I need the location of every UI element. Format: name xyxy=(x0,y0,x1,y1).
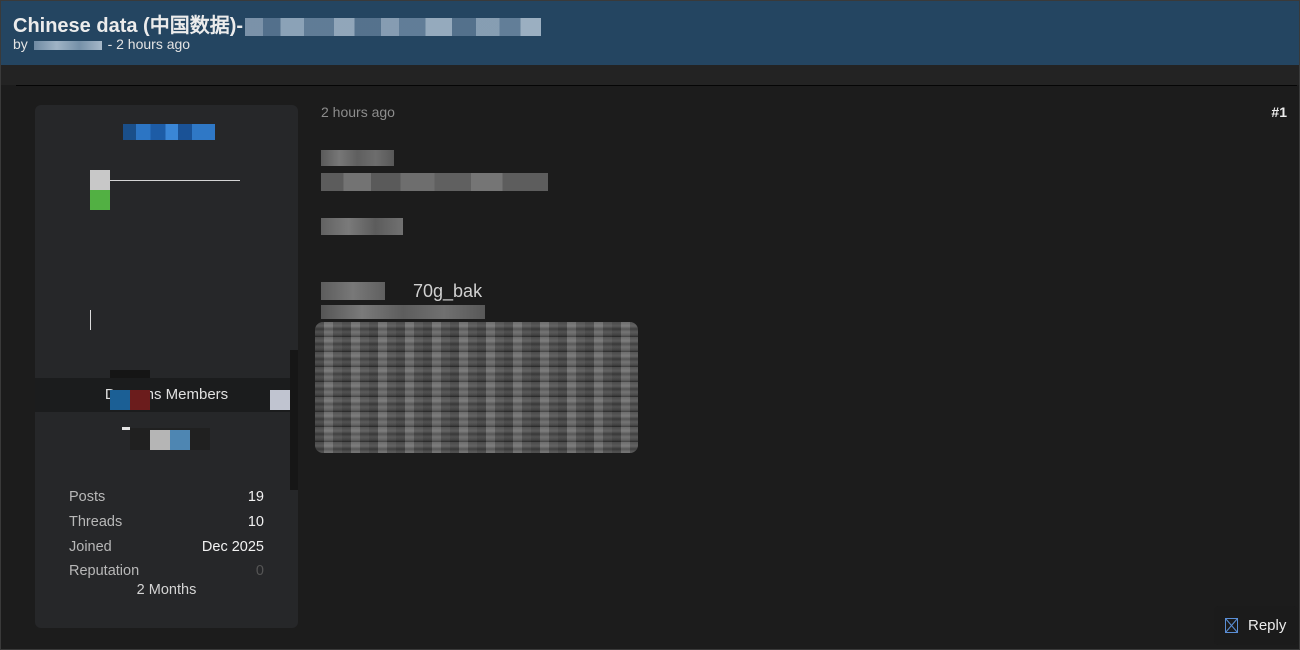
post-visible-text: 70g_bak xyxy=(413,281,483,301)
avatar[interactable] xyxy=(90,170,110,190)
stat-threads: Threads 10 xyxy=(69,510,264,535)
stat-reputation: Reputation 0 xyxy=(69,559,264,584)
post-timestamp[interactable]: 2 hours ago xyxy=(321,104,395,120)
stat-joined: Joined Dec 2025 xyxy=(69,534,264,559)
badge-icon xyxy=(150,430,170,450)
thread-author-link-redacted[interactable] xyxy=(33,40,102,50)
divider xyxy=(16,85,1297,86)
post-text-redacted xyxy=(321,173,548,191)
post-text-redacted xyxy=(321,305,485,319)
stat-posts: Posts 19 xyxy=(69,485,264,510)
thread-meta: by - 2 hours ago xyxy=(13,36,190,52)
text-cursor xyxy=(90,310,91,330)
post-text-redacted xyxy=(321,282,385,300)
post-permalink[interactable]: #1 xyxy=(1271,104,1287,120)
sub-toolbar xyxy=(1,65,1299,85)
avatar-divider xyxy=(110,180,240,181)
card-edge xyxy=(290,350,298,490)
rank-overlay xyxy=(130,390,150,410)
thread-meta-time: - 2 hours ago xyxy=(107,36,191,52)
badge-icon xyxy=(170,430,190,450)
online-status-badge xyxy=(90,190,110,210)
rank-overlay xyxy=(110,390,130,410)
stat-value: 19 xyxy=(247,489,264,506)
stat-value: Dec 2025 xyxy=(201,538,264,555)
stat-label: Posts xyxy=(69,489,106,506)
thread-header: Chinese data (中国数据)- by - 2 hours ago xyxy=(1,1,1299,65)
post-text-redacted xyxy=(321,218,403,235)
rank-overlay xyxy=(110,370,150,378)
stat-label: Joined xyxy=(69,538,112,555)
user-rank-label: Dar ums Members xyxy=(104,386,229,403)
reply-icon xyxy=(1225,618,1238,633)
thread-title: Chinese data (中国数据)- xyxy=(13,9,542,38)
stat-label: Reputation xyxy=(69,563,140,580)
reply-button[interactable]: Reply xyxy=(1214,606,1298,645)
member-duration: 2 Months xyxy=(136,582,197,598)
stat-value[interactable]: 0 xyxy=(256,563,264,579)
reply-label: Reply xyxy=(1248,617,1287,634)
stat-value: 10 xyxy=(247,514,264,531)
user-badges xyxy=(122,427,210,450)
author-card: Dar ums Members Posts 19 Threads 10 Join… xyxy=(35,105,298,628)
code-block-redacted xyxy=(315,322,638,453)
thread-meta-by: by xyxy=(13,36,28,52)
stat-label: Threads xyxy=(69,514,123,531)
thread-title-redacted xyxy=(245,17,542,36)
badge-icon xyxy=(122,427,130,430)
thread-title-text: Chinese data (中国数据)- xyxy=(13,15,244,37)
author-username-redacted[interactable] xyxy=(123,124,215,140)
user-rank-band: Dar ums Members xyxy=(35,370,298,412)
author-stats: Posts 19 Threads 10 Joined Dec 2025 Repu… xyxy=(69,485,264,584)
rank-overlay xyxy=(270,390,290,410)
post-text-redacted xyxy=(321,150,394,166)
